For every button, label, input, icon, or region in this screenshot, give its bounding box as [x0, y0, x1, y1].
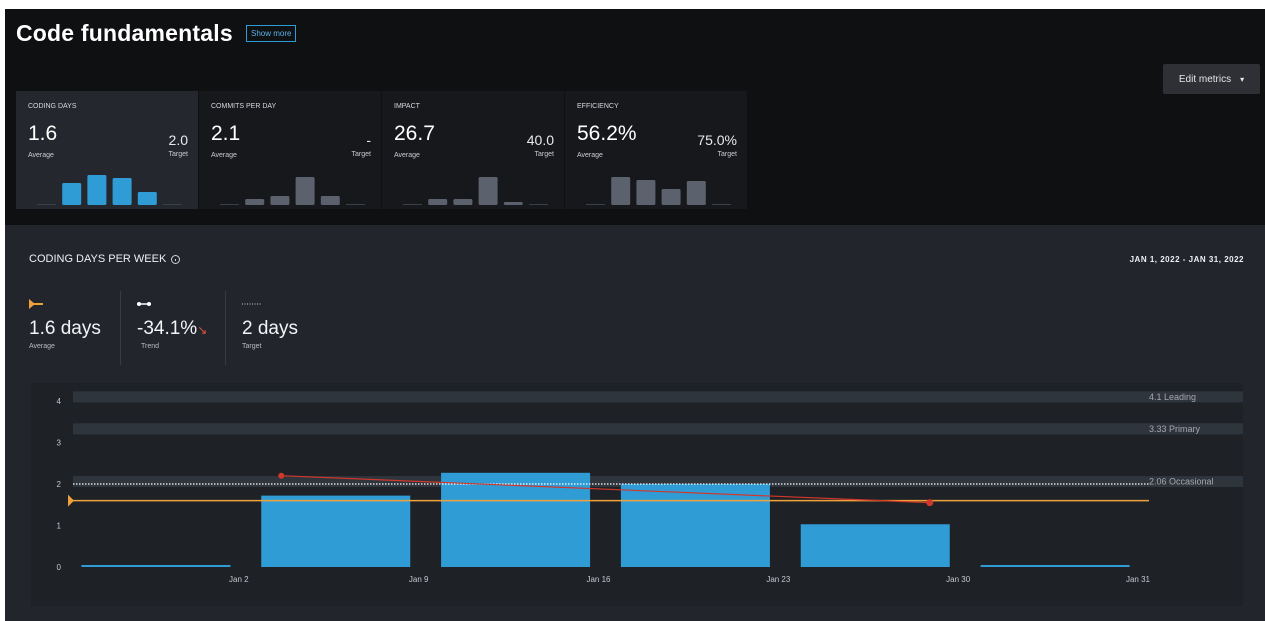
trend-end-point: [926, 499, 934, 507]
card-sparkline-bar: [137, 192, 157, 205]
benchmark-band: [73, 423, 1243, 435]
card-sparkline-bar: [661, 189, 681, 205]
card-sparkline-bar: [686, 181, 706, 205]
card-sparkline-bar: [529, 204, 548, 205]
card-sparkline-bar: [163, 204, 182, 205]
x-tick-label: Jan 9: [409, 575, 429, 584]
y-tick-label: 1: [57, 522, 62, 531]
card-sparkline: [586, 177, 731, 205]
benchmark-band: [73, 391, 1243, 403]
summary-trend: -34.1%↘ Trend: [137, 295, 227, 365]
card-sparkline-bar: [62, 183, 82, 205]
card-sparkline-bar: [712, 204, 731, 205]
metric-card-impact[interactable]: IMPACT 26.7 Average 40.0 Target: [382, 91, 564, 209]
x-tick-label: Jan 30: [946, 575, 971, 584]
card-sparkline-bar: [270, 196, 290, 205]
card-sparkline-bar: [478, 177, 498, 205]
card-sparkline-bar: [611, 177, 631, 205]
edit-metrics-button[interactable]: Edit metrics ▾: [1163, 64, 1260, 94]
summary-average: 1.6 days Average: [29, 295, 119, 365]
card-sparkline-bar: [87, 175, 107, 205]
card-sparkline-bar: [636, 180, 656, 205]
trend-start-point: [278, 472, 285, 479]
y-tick-label: 3: [57, 439, 62, 448]
trend-label: Trend: [141, 343, 160, 350]
benchmark-label: 2.06 Occasional: [1149, 477, 1214, 487]
summary-target: 2 days Target: [242, 295, 332, 365]
card-sparkline-bar: [346, 204, 365, 205]
chart-bar: [441, 472, 591, 567]
coding-days-chart: 4.1 Leading 3.33 Primary 2.06 Occasional 0 1…: [31, 383, 1243, 606]
summary-divider: [225, 291, 226, 365]
card-sparkline-bar: [403, 204, 422, 205]
info-icon[interactable]: [171, 254, 181, 264]
card-sparkline: [403, 177, 548, 205]
x-tick-label: Jan 2: [229, 575, 249, 584]
chart-bar: [800, 524, 950, 567]
chart-bar: [980, 565, 1130, 567]
trend-line-icon: [137, 302, 151, 306]
y-tick-label: 4: [57, 397, 62, 406]
card-sparkline: [37, 175, 182, 205]
trend-percent: -34.1%: [137, 318, 198, 339]
y-tick-label: 2: [57, 480, 62, 489]
average-marker-icon: [29, 299, 43, 309]
card-sparkline-bar: [453, 199, 473, 205]
chart-bar: [620, 484, 770, 567]
benchmark-label: 3.33 Primary: [1149, 424, 1201, 434]
chart-panel: CODING DAYS PER WEEK JAN 1, 2022 - JAN 3…: [5, 225, 1265, 621]
x-tick-label: Jan 16: [586, 575, 611, 584]
summary-divider: [120, 291, 121, 365]
metric-card-commits-per-day[interactable]: COMMITS PER DAY 2.1 Average - Target: [199, 91, 381, 209]
average-value: 1.6 days: [29, 318, 101, 339]
card-sparkline-bar: [220, 204, 239, 205]
benchmark-label: 4.1 Leading: [1149, 392, 1196, 402]
card-sparkline: [220, 177, 365, 205]
card-sparkline-bar: [586, 204, 605, 205]
card-sparkline-bar: [503, 202, 523, 205]
chart-title: CODING DAYS PER WEEK: [29, 253, 181, 265]
trend-value: -34.1%↘: [137, 318, 207, 340]
app-window: Code fundamentals Show more Edit metrics…: [5, 9, 1265, 621]
card-sparkline-bar: [37, 204, 56, 205]
y-tick-label: 0: [57, 563, 62, 572]
page-title: Code fundamentals: [16, 20, 233, 46]
card-sparkline-bar: [295, 177, 315, 205]
show-more-button[interactable]: Show more: [246, 25, 297, 42]
target-value: 2 days: [242, 318, 298, 339]
average-label: Average: [29, 343, 55, 350]
card-sparkline-bar: [245, 199, 265, 205]
caret-down-icon: ▾: [1240, 74, 1245, 84]
date-range[interactable]: JAN 1, 2022 - JAN 31, 2022: [1130, 255, 1244, 264]
x-tick-label: Jan 23: [766, 575, 791, 584]
metric-card-coding-days[interactable]: CODING DAYS 1.6 Average 2.0 Target: [16, 91, 198, 209]
card-sparkline-bar: [320, 196, 340, 205]
metric-card-efficiency[interactable]: EFFICIENCY 56.2% Average 75.0% Target: [565, 91, 747, 209]
chart-bar: [81, 565, 231, 567]
chart-bar: [261, 495, 411, 567]
target-label: Target: [242, 343, 262, 350]
x-tick-label: Jan 31: [1126, 575, 1151, 584]
chart-title-text: CODING DAYS PER WEEK: [29, 253, 167, 265]
dotted-target-icon: [242, 303, 262, 305]
card-sparkline-bar: [428, 199, 448, 205]
card-sparkline-bar: [112, 178, 132, 205]
edit-metrics-label: Edit metrics: [1178, 73, 1232, 85]
trend-down-arrow-icon: ↘: [197, 323, 208, 337]
